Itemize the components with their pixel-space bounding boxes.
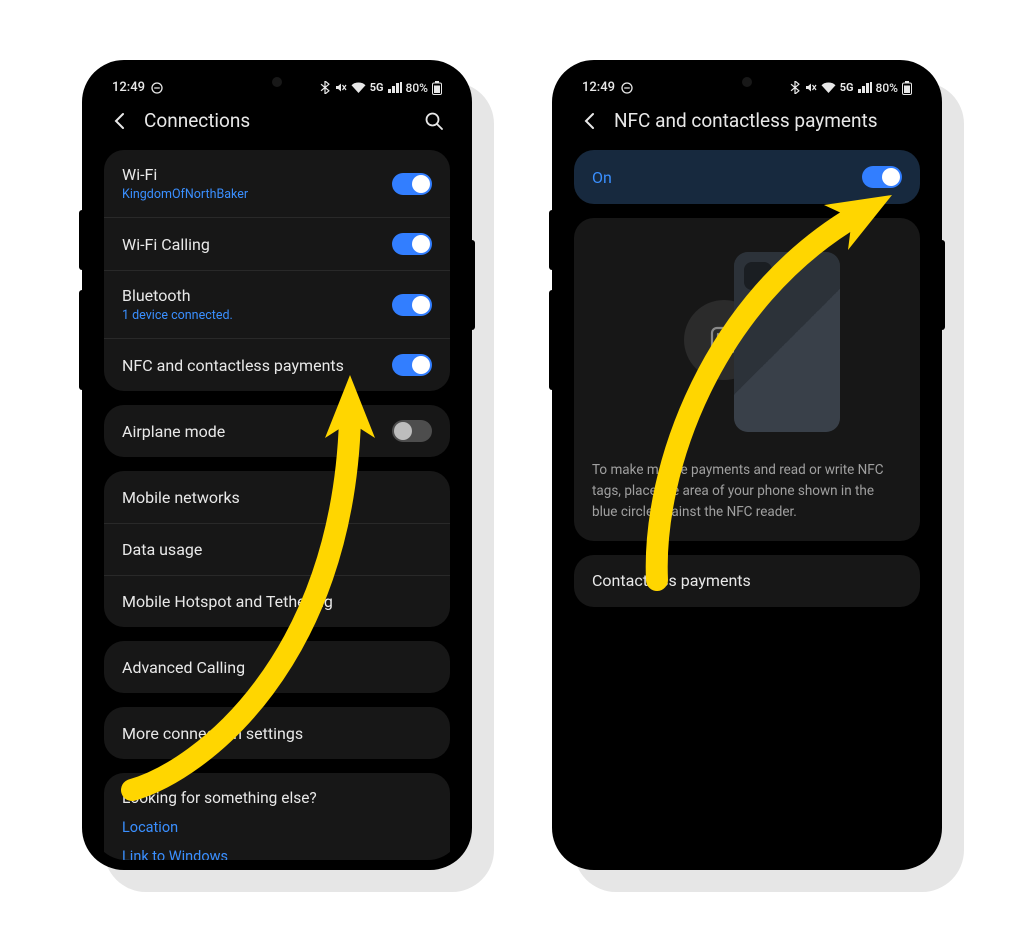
status-time: 12:49 bbox=[112, 80, 145, 95]
wifi-icon bbox=[821, 82, 836, 94]
wifi-icon bbox=[351, 82, 366, 94]
mute-icon bbox=[334, 81, 347, 94]
connections-toggles-card: Wi-Fi KingdomOfNorthBaker Wi-Fi Calling … bbox=[104, 150, 450, 391]
search-icon bbox=[424, 111, 444, 131]
suggestions-question: Looking for something else? bbox=[122, 789, 432, 807]
network-type: 5G bbox=[370, 81, 384, 94]
page-title: NFC and contactless payments bbox=[614, 109, 914, 132]
wifi-label: Wi-Fi bbox=[122, 165, 248, 184]
search-button[interactable] bbox=[424, 111, 444, 131]
wifi-toggle[interactable] bbox=[392, 173, 432, 195]
battery-pct: 80% bbox=[406, 81, 428, 95]
row-more-connection[interactable]: More connection settings bbox=[104, 707, 450, 759]
front-camera bbox=[742, 77, 752, 87]
row-hotspot[interactable]: Mobile Hotspot and Tethering bbox=[104, 575, 450, 627]
data-usage-label: Data usage bbox=[122, 540, 202, 559]
row-data-usage[interactable]: Data usage bbox=[104, 523, 450, 575]
bluetooth-status: 1 device connected. bbox=[122, 308, 233, 323]
back-button[interactable] bbox=[110, 111, 130, 131]
nfc-illustration bbox=[592, 242, 902, 442]
row-bluetooth[interactable]: Bluetooth 1 device connected. bbox=[104, 270, 450, 338]
airplane-card: Airplane mode bbox=[104, 405, 450, 457]
wifi-network-name: KingdomOfNorthBaker bbox=[122, 187, 248, 202]
phone-nfc-detail: 12:49 5G 80% NFC and contactless payment… bbox=[552, 60, 942, 870]
page-title: Connections bbox=[144, 109, 410, 132]
advanced-card: Advanced Calling bbox=[104, 641, 450, 693]
wifi-calling-toggle[interactable] bbox=[392, 233, 432, 255]
bluetooth-label: Bluetooth bbox=[122, 286, 233, 305]
signal-icon bbox=[858, 82, 872, 93]
hotspot-label: Mobile Hotspot and Tethering bbox=[122, 592, 333, 611]
dnd-icon bbox=[621, 82, 633, 94]
dnd-icon bbox=[151, 82, 163, 94]
airplane-label: Airplane mode bbox=[122, 422, 225, 441]
bluetooth-icon bbox=[790, 81, 800, 94]
row-contactless-payments[interactable]: Contactless payments bbox=[574, 555, 920, 607]
nfc-toggle[interactable] bbox=[392, 354, 432, 376]
network-card: Mobile networks Data usage Mobile Hotspo… bbox=[104, 471, 450, 627]
row-mobile-networks[interactable]: Mobile networks bbox=[104, 471, 450, 523]
battery-icon bbox=[902, 81, 912, 95]
page-header: Connections bbox=[92, 99, 462, 150]
nfc-description: To make mobile payments and read or writ… bbox=[592, 460, 902, 523]
bluetooth-toggle[interactable] bbox=[392, 294, 432, 316]
chevron-left-icon bbox=[110, 111, 130, 131]
network-type: 5G bbox=[840, 81, 854, 94]
front-camera bbox=[272, 77, 282, 87]
battery-pct: 80% bbox=[876, 81, 898, 95]
mute-icon bbox=[804, 81, 817, 94]
contactless-card: Contactless payments bbox=[574, 555, 920, 607]
row-wifi[interactable]: Wi-Fi KingdomOfNorthBaker bbox=[104, 150, 450, 217]
bluetooth-icon bbox=[320, 81, 330, 94]
chevron-left-icon bbox=[580, 111, 600, 131]
more-connection-label: More connection settings bbox=[122, 724, 303, 743]
nfc-illustration-card: To make mobile payments and read or writ… bbox=[574, 218, 920, 541]
advanced-calling-label: Advanced Calling bbox=[122, 658, 245, 677]
status-time: 12:49 bbox=[582, 80, 615, 95]
page-header: NFC and contactless payments bbox=[562, 99, 932, 150]
suggestions-card: Looking for something else? Location Lin… bbox=[104, 773, 450, 860]
row-nfc[interactable]: NFC and contactless payments bbox=[104, 338, 450, 391]
airplane-toggle[interactable] bbox=[392, 420, 432, 442]
mobile-networks-label: Mobile networks bbox=[122, 488, 240, 507]
battery-icon bbox=[432, 81, 442, 95]
row-wifi-calling[interactable]: Wi-Fi Calling bbox=[104, 217, 450, 270]
more-card: More connection settings bbox=[104, 707, 450, 759]
row-advanced-calling[interactable]: Advanced Calling bbox=[104, 641, 450, 693]
nfc-master-toggle[interactable] bbox=[862, 166, 902, 188]
back-button[interactable] bbox=[580, 111, 600, 131]
nfc-master-toggle-row[interactable]: On bbox=[574, 150, 920, 204]
wifi-calling-label: Wi-Fi Calling bbox=[122, 235, 210, 254]
device-back-icon bbox=[734, 252, 840, 432]
nfc-label: NFC and contactless payments bbox=[122, 356, 344, 375]
link-location[interactable]: Location bbox=[122, 819, 432, 836]
contactless-label: Contactless payments bbox=[592, 571, 751, 590]
row-airplane[interactable]: Airplane mode bbox=[104, 405, 450, 457]
signal-icon bbox=[388, 82, 402, 93]
link-to-windows[interactable]: Link to Windows bbox=[122, 848, 432, 860]
phone-connections: 12:49 5G 80% Connections bbox=[82, 60, 472, 870]
nfc-on-label: On bbox=[592, 168, 612, 187]
